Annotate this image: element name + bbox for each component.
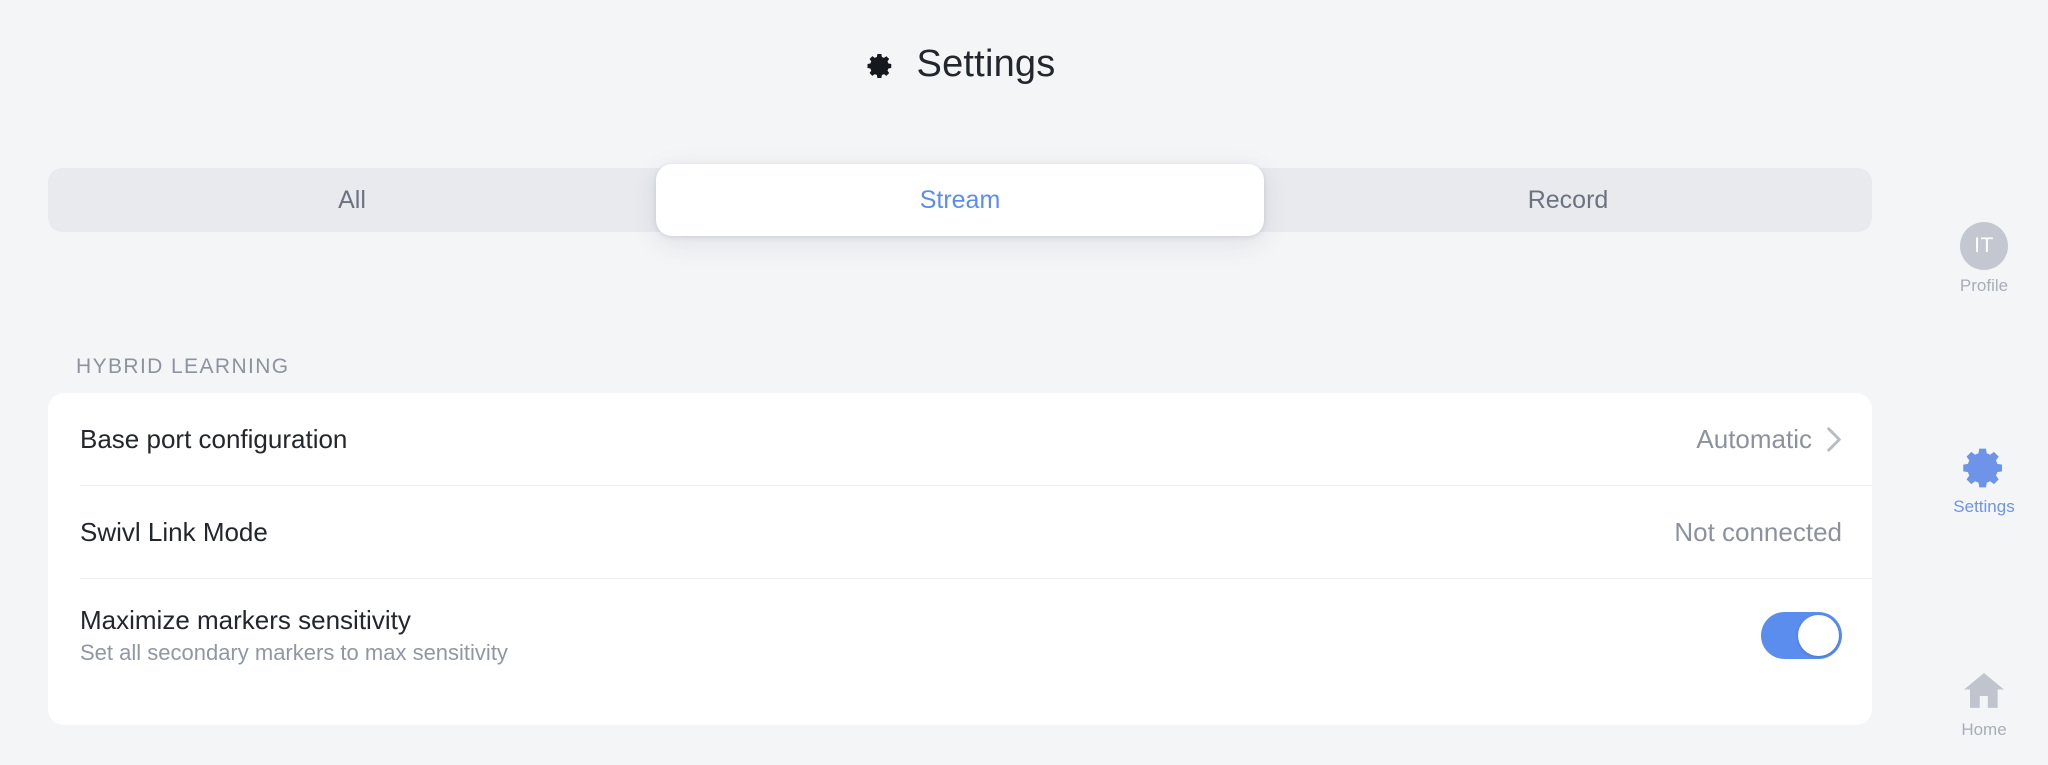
settings-row-base-port-configuration[interactable]: Base port configuration Automatic bbox=[48, 393, 1872, 486]
row-title: Maximize markers sensitivity bbox=[80, 604, 411, 635]
settings-scope-segmented-control[interactable]: All Stream Record bbox=[48, 164, 1872, 236]
row-value-group: Not connected bbox=[1674, 517, 1842, 548]
row-value-group: Automatic bbox=[1696, 424, 1842, 455]
tab-record[interactable]: Record bbox=[1264, 168, 1872, 232]
gear-icon bbox=[1961, 445, 2007, 491]
toggle-knob bbox=[1798, 615, 1839, 656]
gear-icon bbox=[865, 51, 895, 81]
rail-item-settings[interactable]: Settings bbox=[1920, 445, 2048, 515]
rail-item-label: Settings bbox=[1953, 497, 2015, 516]
maximize-markers-sensitivity-toggle[interactable] bbox=[1761, 612, 1842, 659]
section-header-hybrid-learning: HYBRID LEARNING bbox=[76, 355, 290, 378]
row-text-group: Swivl Link Mode bbox=[80, 518, 1674, 547]
row-title: Swivl Link Mode bbox=[80, 517, 268, 548]
chevron-right-icon bbox=[1826, 426, 1842, 453]
avatar-initials: IT bbox=[1974, 234, 1994, 257]
home-icon bbox=[1961, 668, 2007, 714]
row-control-group bbox=[1761, 612, 1842, 659]
row-title: Base port configuration bbox=[80, 424, 348, 455]
row-value: Automatic bbox=[1696, 424, 1812, 454]
settings-card: Base port configuration Automatic Swivl … bbox=[48, 393, 1872, 725]
tab-all[interactable]: All bbox=[48, 168, 656, 232]
tab-stream[interactable]: Stream bbox=[656, 164, 1264, 236]
page-title-text: Settings bbox=[916, 42, 1056, 85]
rail-item-profile[interactable]: IT Profile bbox=[1920, 222, 2048, 294]
settings-row-maximize-markers-sensitivity[interactable]: Maximize markers sensitivity Set all sec… bbox=[48, 579, 1872, 692]
settings-row-swivl-link-mode[interactable]: Swivl Link Mode Not connected bbox=[48, 486, 1872, 579]
row-value: Not connected bbox=[1674, 517, 1842, 547]
rail-item-label: Profile bbox=[1959, 276, 2009, 295]
row-text-group: Maximize markers sensitivity Set all sec… bbox=[80, 606, 1761, 666]
row-text-group: Base port configuration bbox=[80, 425, 1696, 454]
row-subtitle: Set all secondary markers to max sensiti… bbox=[80, 640, 508, 666]
avatar: IT bbox=[1960, 222, 2008, 270]
rail-item-home[interactable]: Home bbox=[1920, 668, 2048, 738]
page-title: Settings bbox=[0, 0, 1920, 128]
right-nav-rail: IT Profile Settings Home bbox=[1920, 0, 2048, 765]
rail-item-label: Home bbox=[1961, 720, 2007, 739]
